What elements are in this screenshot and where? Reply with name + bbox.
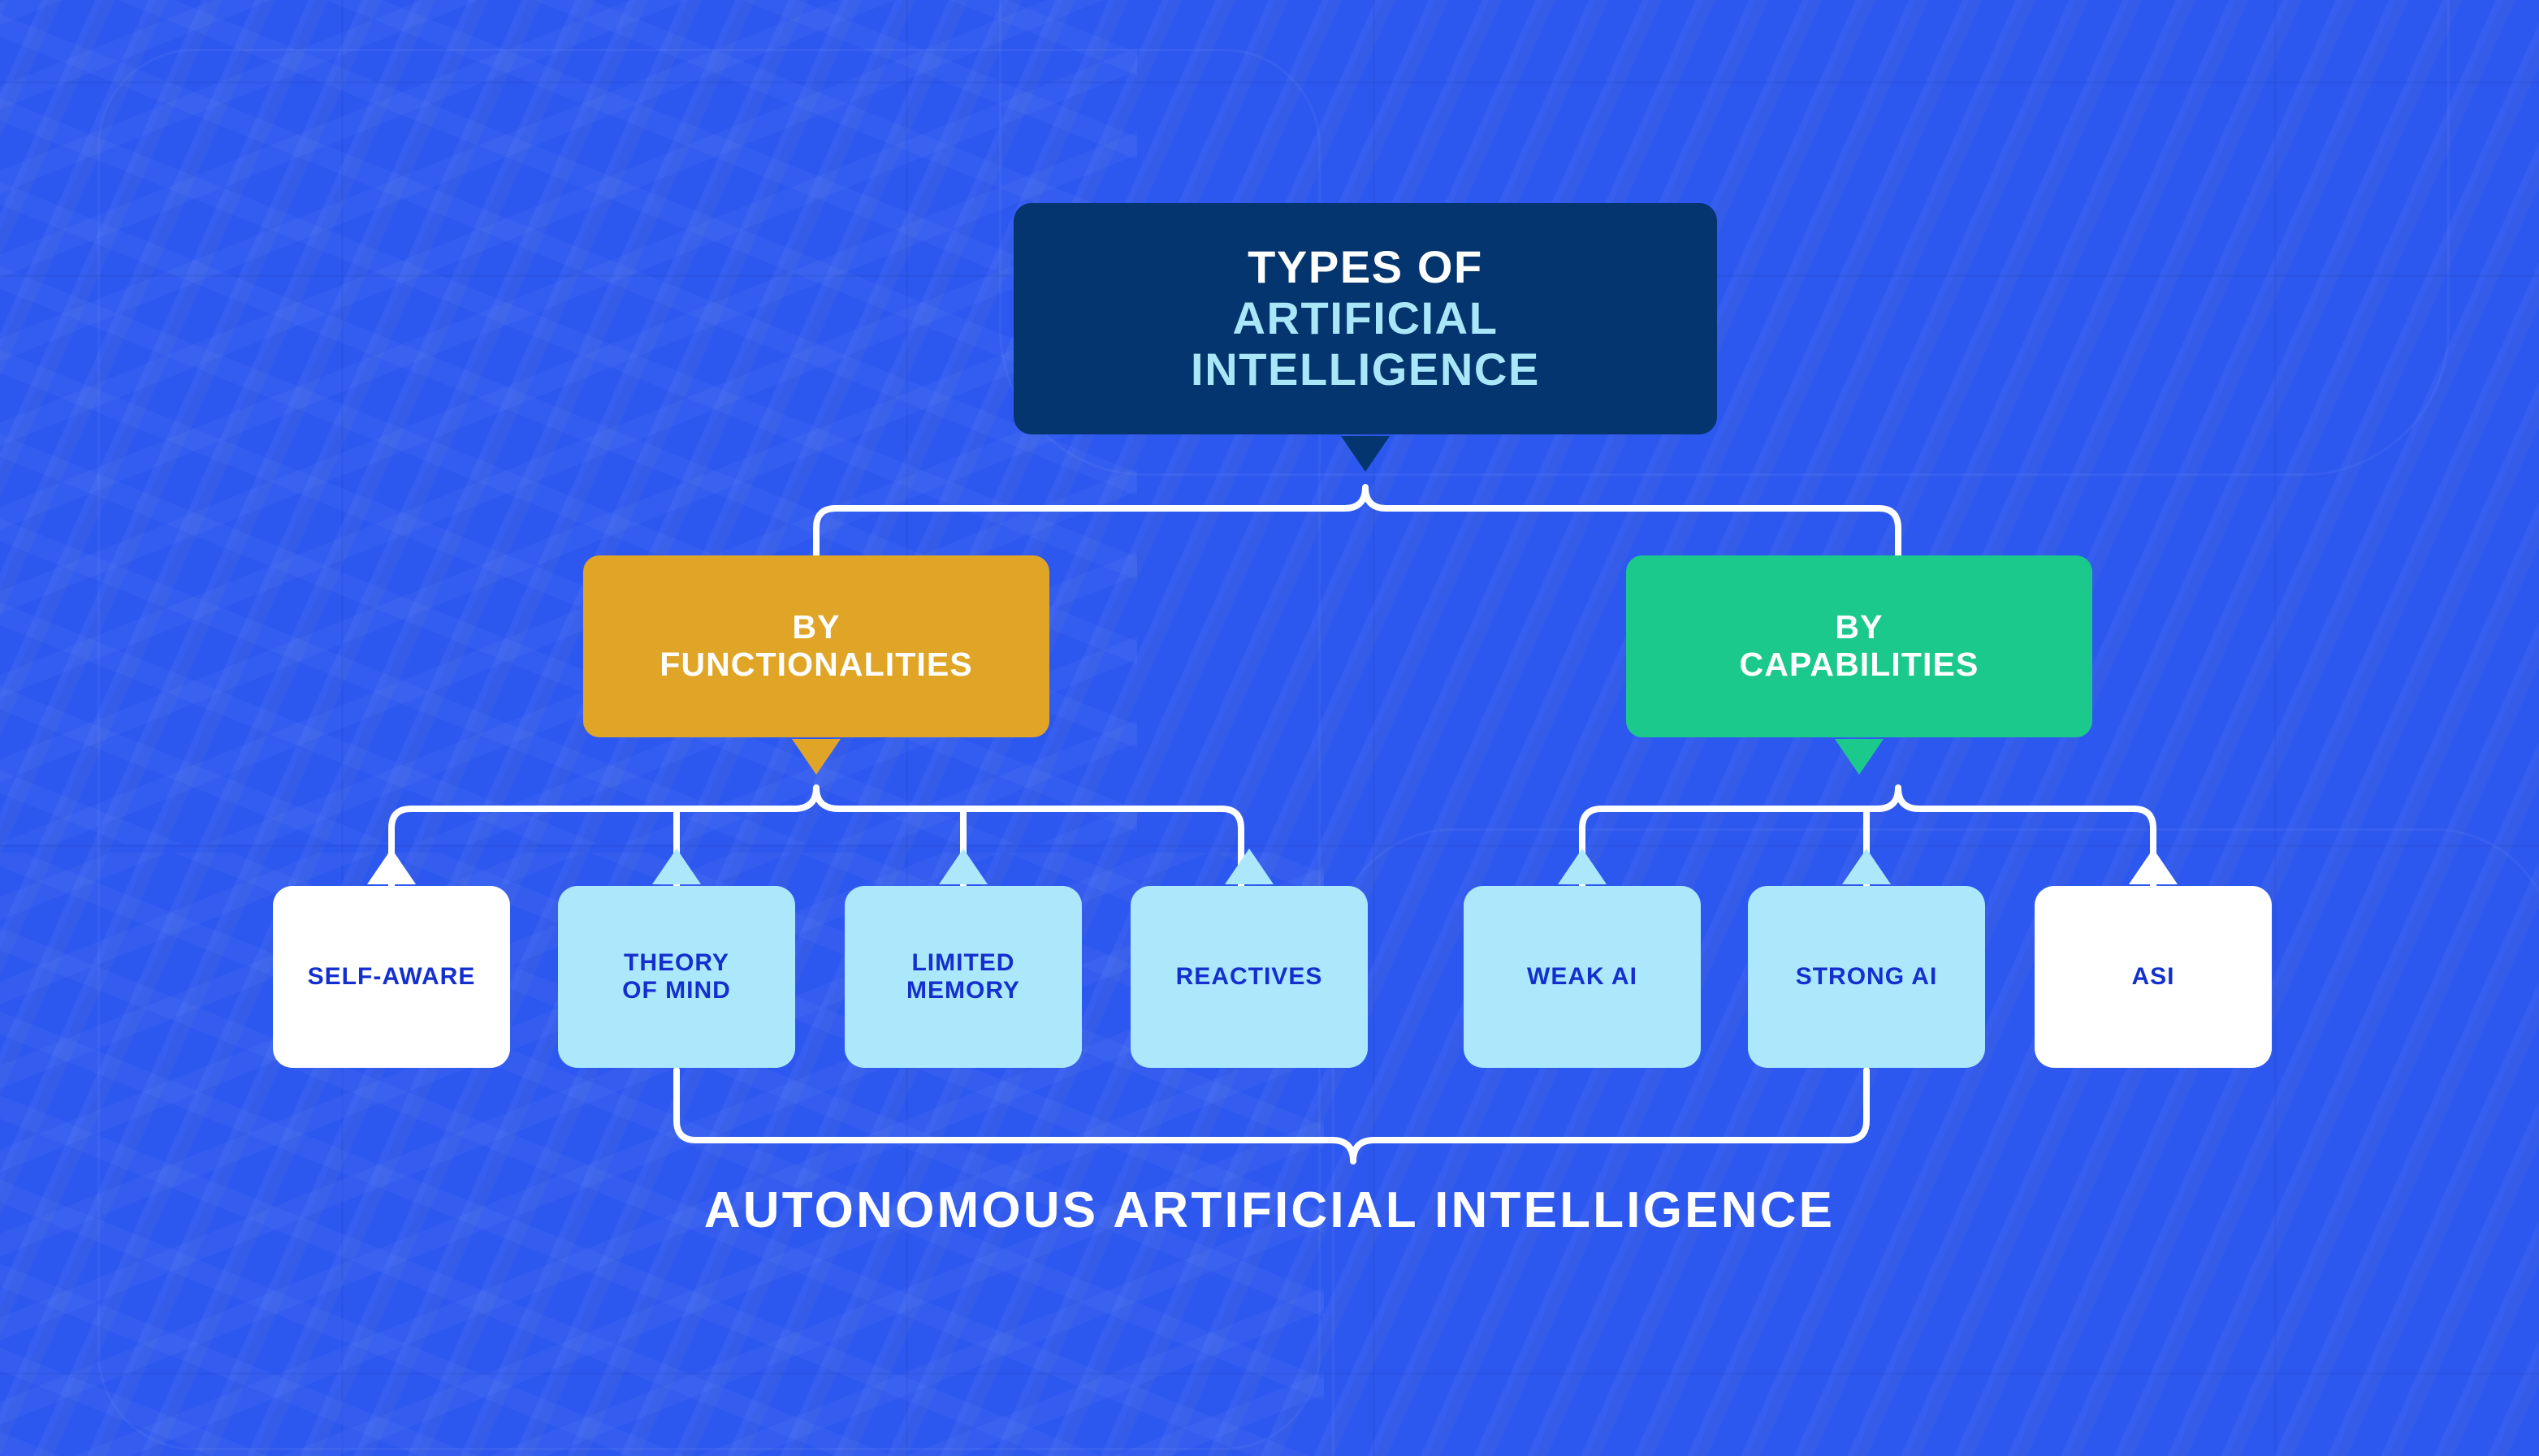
leaf-asi-pointer-tail [2129, 849, 2178, 884]
leaf-strong-ai-label: STRONG AI [1796, 963, 1938, 991]
leaf-node-reactives[interactable]: REACTIVES [1131, 849, 1368, 1068]
leaf-asi-label: ASI [2131, 963, 2174, 991]
branch-node-by-functionalities[interactable]: BY FUNCTIONALITIES [583, 555, 1049, 775]
root-node-pointer-tail [1341, 436, 1390, 472]
leaf-reactives-line1: REACTIVES [1175, 963, 1323, 991]
leaf-limited-memory-line2: MEMORY [906, 977, 1020, 1004]
root-label-line1: TYPES OF [1248, 241, 1483, 293]
branch-by-functionalities-line1: BY [792, 608, 841, 646]
infographic-canvas: TYPES OF ARTIFICIAL INTELLIGENCE BY FUNC… [0, 0, 2539, 1456]
branch-by-functionalities-line2: FUNCTIONALITIES [660, 646, 973, 683]
root-label-line3: INTELLIGENCE [1191, 343, 1540, 395]
leaf-self-aware-line1: SELF-AWARE [307, 963, 476, 991]
leaf-node-limited-memory[interactable]: LIMITED MEMORY [845, 849, 1082, 1068]
branch-by-functionalities-pointer-tail [792, 739, 841, 775]
leaf-weak-ai-line1: WEAK AI [1527, 963, 1637, 991]
leaf-theory-of-mind-label: THEORY OF MIND [622, 949, 731, 1004]
leaf-reactives-pointer-tail [1225, 849, 1274, 884]
leaf-self-aware-label: SELF-AWARE [308, 963, 476, 991]
branch-by-capabilities-label: BY CAPABILITIES [1739, 608, 1979, 684]
leaf-node-weak-ai[interactable]: WEAK AI [1464, 849, 1701, 1068]
leaf-strong-ai-line1: STRONG AI [1795, 963, 1938, 991]
leaf-node-strong-ai[interactable]: STRONG AI [1748, 849, 1985, 1068]
leaf-limited-memory-label: LIMITED MEMORY [906, 949, 1020, 1004]
footer-caption-autonomous-ai: AUTONOMOUS ARTIFICIAL INTELLIGENCE [703, 1182, 1836, 1238]
leaf-strong-ai-pointer-tail [1842, 849, 1891, 884]
leaf-limited-memory-line1: LIMITED [911, 949, 1015, 977]
root-label-line2: ARTIFICIAL [1232, 292, 1499, 344]
leaf-node-asi[interactable]: ASI [2035, 849, 2272, 1068]
root-node-types-of-ai[interactable]: TYPES OF ARTIFICIAL INTELLIGENCE [1014, 203, 1717, 472]
leaf-weak-ai-label: WEAK AI [1527, 963, 1637, 991]
branch-by-capabilities-line1: BY [1835, 608, 1884, 646]
branch-by-capabilities-line2: CAPABILITIES [1739, 646, 1979, 683]
leaf-theory-of-mind-line1: THEORY [624, 949, 729, 977]
leaf-node-theory-of-mind[interactable]: THEORY OF MIND [558, 849, 795, 1068]
leaf-theory-of-mind-pointer-tail [652, 849, 701, 884]
leaf-reactives-label: REACTIVES [1176, 963, 1323, 991]
root-node-label: TYPES OF ARTIFICIAL INTELLIGENCE [1191, 242, 1540, 395]
leaf-node-self-aware[interactable]: SELF-AWARE [273, 849, 510, 1068]
branch-by-functionalities-label: BY FUNCTIONALITIES [660, 608, 973, 684]
branch-by-capabilities-pointer-tail [1835, 739, 1884, 775]
branch-node-by-capabilities[interactable]: BY CAPABILITIES [1626, 555, 2092, 775]
leaf-limited-memory-pointer-tail [939, 849, 988, 884]
leaf-weak-ai-pointer-tail [1558, 849, 1607, 884]
leaf-self-aware-pointer-tail [367, 849, 416, 884]
leaf-theory-of-mind-line2: OF MIND [622, 977, 731, 1004]
leaf-asi-line1: ASI [2131, 963, 2175, 991]
